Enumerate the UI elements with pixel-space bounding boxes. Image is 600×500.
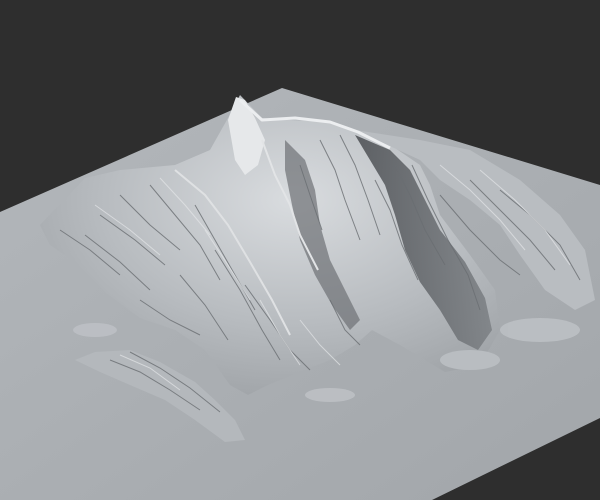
terrain-render <box>0 88 600 500</box>
3d-viewport[interactable] <box>0 0 600 500</box>
